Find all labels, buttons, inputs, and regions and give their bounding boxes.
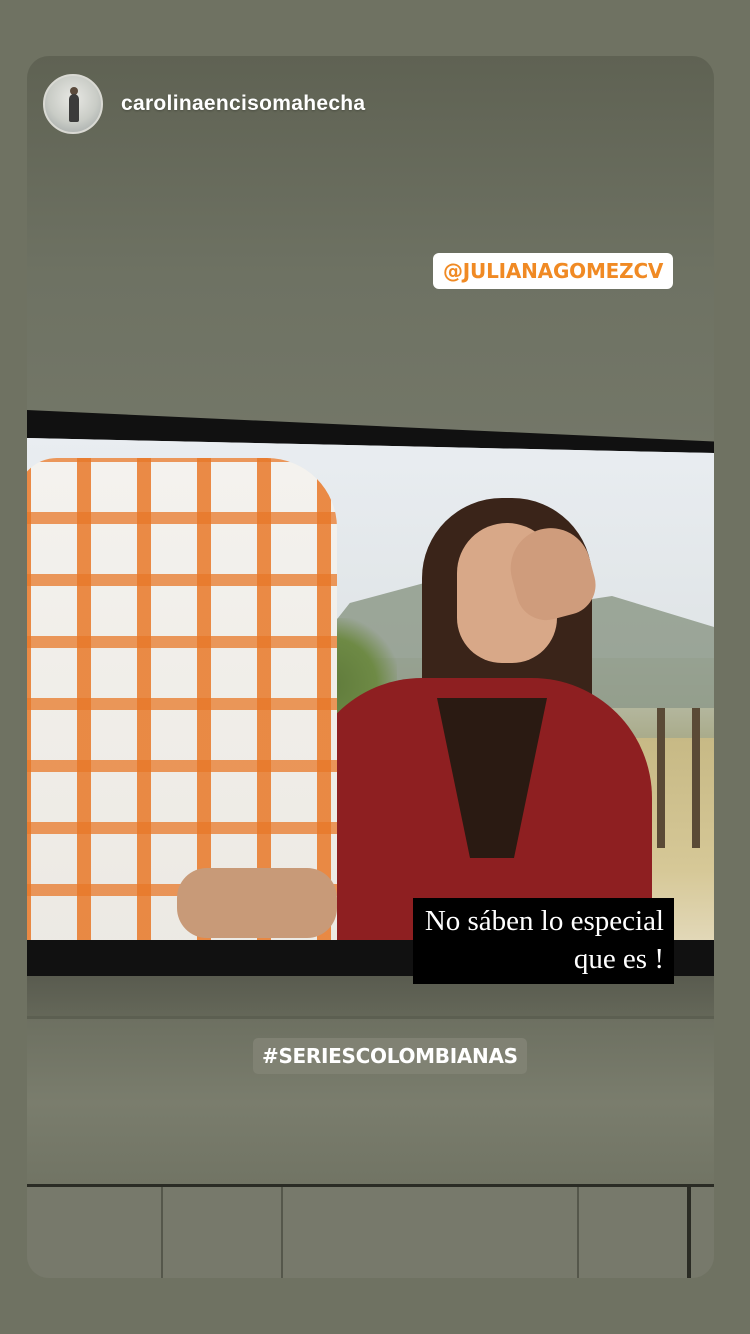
cabinet-divider [281, 1187, 283, 1278]
man-arm [177, 868, 337, 938]
cabinet-divider [687, 1187, 691, 1278]
fence-post [692, 708, 700, 848]
tv: No sáben lo especial que es ! [27, 410, 714, 1015]
fence-post [657, 708, 665, 848]
cabinet-divider [577, 1187, 579, 1278]
story-header: carolinaencisomahecha [43, 74, 365, 134]
profile-avatar[interactable] [43, 74, 103, 134]
cabinet-divider [161, 1187, 163, 1278]
avatar-figure-shape [69, 94, 79, 122]
hashtag-sticker[interactable]: #SERIESCOLOMBIANAS [253, 1038, 527, 1074]
subtitle-caption: No sáben lo especial que es ! [412, 898, 674, 984]
subtitle-line-2: que es ! [573, 943, 664, 975]
mention-sticker[interactable]: @JULIANAGOMEZCV [433, 253, 674, 289]
username[interactable]: carolinaencisomahecha [121, 92, 365, 116]
cabinet [27, 1184, 714, 1278]
subtitle-line-1: No sáben lo especial [424, 905, 664, 937]
story-card: carolinaencisomahecha @JULIANAGOMEZCV No… [27, 56, 714, 1278]
tv-screen [27, 438, 714, 940]
